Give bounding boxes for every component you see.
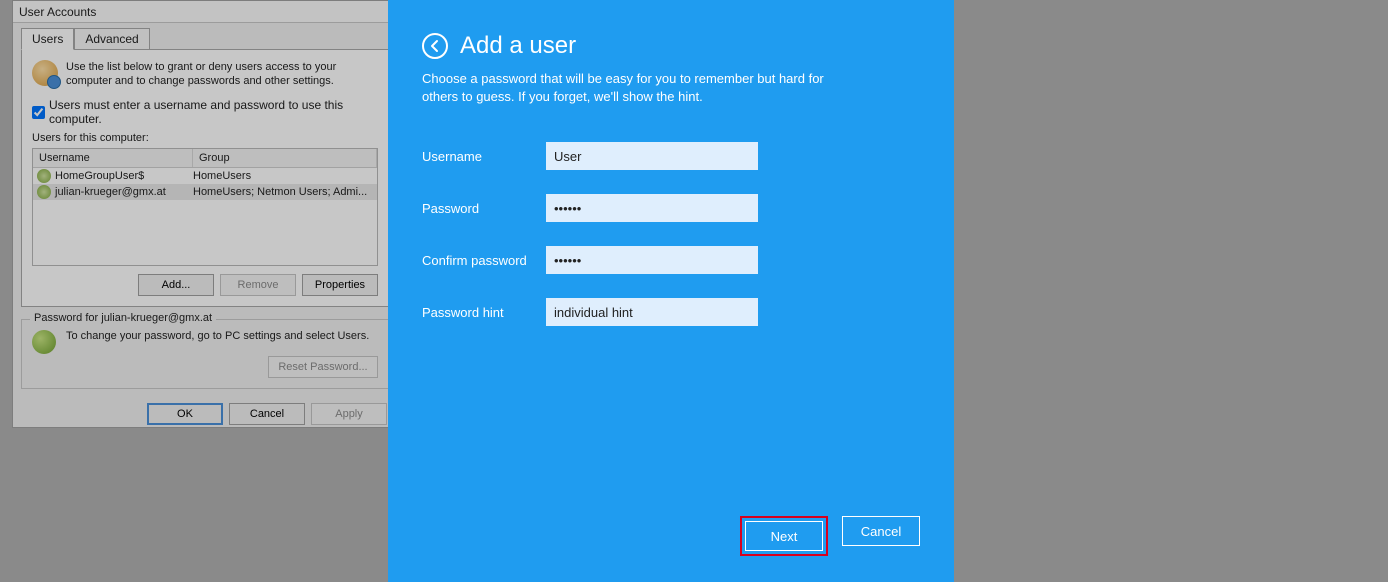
confirm-password-label: Confirm password	[422, 253, 546, 268]
apply-button: Apply	[311, 403, 387, 425]
cell-username: julian-krueger@gmx.at	[55, 186, 166, 198]
add-button[interactable]: Add...	[138, 274, 214, 296]
must-enter-label: Users must enter a username and password…	[49, 98, 378, 126]
user-icon	[37, 185, 51, 199]
next-button-highlight: Next	[740, 516, 828, 556]
confirm-password-input[interactable]	[546, 246, 758, 274]
tab-strip: Users Advanced	[21, 27, 389, 49]
password-group-label: Password for julian-krueger@gmx.at	[30, 312, 216, 324]
password-hint-label: Password hint	[422, 305, 546, 320]
remove-button: Remove	[220, 274, 296, 296]
users-list[interactable]: Username Group HomeGroupUser$ HomeUsers …	[32, 148, 378, 266]
cancel-button[interactable]: Cancel	[229, 403, 305, 425]
must-enter-checkbox[interactable]	[32, 106, 45, 119]
key-icon	[32, 330, 56, 354]
password-text: To change your password, go to PC settin…	[66, 330, 378, 342]
user-icon	[37, 169, 51, 183]
password-input[interactable]	[546, 194, 758, 222]
back-button[interactable]	[422, 33, 448, 59]
tab-advanced[interactable]: Advanced	[74, 28, 149, 50]
cell-username: HomeGroupUser$	[55, 170, 144, 182]
column-username[interactable]: Username	[33, 149, 193, 167]
modal-title: Add a user	[460, 32, 576, 60]
users-list-header: Username Group	[33, 149, 377, 168]
ok-button[interactable]: OK	[147, 403, 223, 425]
users-icon	[32, 60, 58, 86]
must-enter-checkbox-row[interactable]: Users must enter a username and password…	[32, 98, 378, 126]
password-label: Password	[422, 201, 546, 216]
username-label: Username	[422, 149, 546, 164]
properties-button[interactable]: Properties	[302, 274, 378, 296]
username-input[interactable]	[546, 142, 758, 170]
column-group[interactable]: Group	[193, 149, 377, 167]
reset-password-button: Reset Password...	[268, 356, 378, 378]
table-row[interactable]: julian-krueger@gmx.at HomeUsers; Netmon …	[33, 184, 377, 200]
intro-text: Use the list below to grant or deny user…	[66, 60, 378, 88]
table-row[interactable]: HomeGroupUser$ HomeUsers	[33, 168, 377, 184]
modal-cancel-button[interactable]: Cancel	[842, 516, 920, 546]
dialog-title: User Accounts	[13, 1, 397, 23]
add-user-modal: Add a user Choose a password that will b…	[388, 0, 954, 582]
modal-description: Choose a password that will be easy for …	[422, 70, 862, 106]
back-arrow-icon	[428, 39, 442, 53]
cell-group: HomeUsers	[193, 170, 373, 182]
tab-users[interactable]: Users	[21, 28, 74, 50]
next-button[interactable]: Next	[745, 521, 823, 551]
password-hint-input[interactable]	[546, 298, 758, 326]
cell-group: HomeUsers; Netmon Users; Admi...	[193, 186, 373, 198]
user-accounts-dialog: User Accounts Users Advanced Use the lis…	[12, 0, 398, 428]
users-list-label: Users for this computer:	[32, 132, 378, 144]
password-group: Password for julian-krueger@gmx.at To ch…	[21, 319, 389, 389]
tab-panel-users: Use the list below to grant or deny user…	[21, 49, 389, 307]
